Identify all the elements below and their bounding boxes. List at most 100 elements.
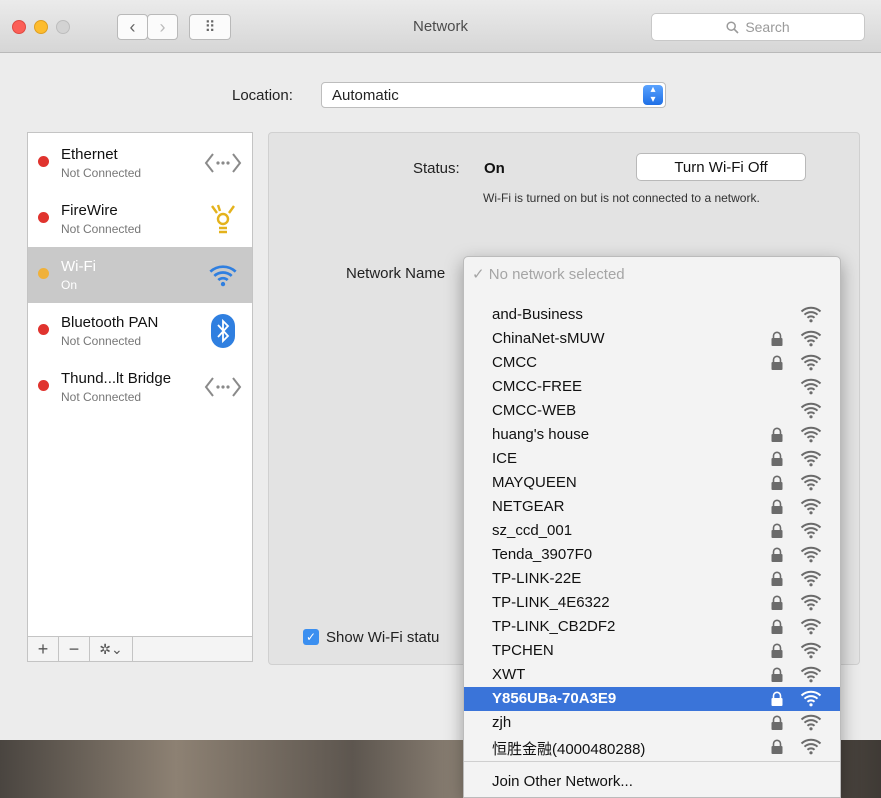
wifi-signal-icon (800, 641, 822, 661)
network-name: TP-LINK_CB2DF2 (492, 618, 616, 635)
remove-service-button[interactable]: − (59, 637, 90, 661)
wifi-icon (204, 256, 242, 294)
wifi-signal-icon (800, 689, 822, 709)
service-status-dot (38, 212, 49, 223)
thunderbolt-bridge-icon (204, 368, 242, 406)
wifi-signal-icon (800, 569, 822, 589)
firewire-icon (204, 200, 242, 238)
search-icon (726, 20, 739, 34)
lock-icon (770, 547, 784, 563)
network-name: TP-LINK_4E6322 (492, 594, 610, 611)
service-status: Not Connected (61, 166, 142, 180)
network-name: TPCHEN (492, 642, 554, 659)
network-item[interactable]: TPCHEN (464, 639, 840, 663)
network-name-dropdown-menu: ✓ No network selected and-Business ChinaN… (463, 256, 841, 798)
wifi-signal-icon (800, 545, 822, 565)
service-item[interactable]: Bluetooth PAN Not Connected (28, 303, 252, 359)
lock-icon (770, 451, 784, 467)
wifi-signal-icon (800, 401, 822, 421)
network-item[interactable]: TP-LINK_4E6322 (464, 591, 840, 615)
service-list-toolbar: + − ✲⌄ (27, 636, 253, 662)
service-list: Ethernet Not Connected FireWire Not Connect… (27, 132, 253, 638)
network-name: MAYQUEEN (492, 474, 577, 491)
current-network-item[interactable]: ✓ No network selected (472, 265, 625, 283)
wifi-signal-icon (800, 737, 822, 757)
network-item[interactable]: XWT (464, 663, 840, 687)
bluetooth-icon (204, 312, 242, 350)
service-item[interactable]: Wi-Fi On (28, 247, 252, 303)
service-name: Thund...lt Bridge (61, 370, 172, 387)
service-item[interactable]: FireWire Not Connected (28, 191, 252, 247)
lock-icon (770, 571, 784, 587)
search-field[interactable]: Search (651, 13, 865, 41)
network-item[interactable]: ChinaNet-sMUW (464, 327, 840, 351)
network-item[interactable]: CMCC-WEB (464, 399, 840, 423)
network-name-label: Network Name (346, 265, 446, 282)
service-name: Bluetooth PAN (61, 314, 159, 331)
network-name: huang's house (492, 426, 590, 443)
service-item[interactable]: Thund...lt Bridge Not Connected (28, 359, 252, 415)
network-item[interactable]: and-Business (464, 303, 840, 327)
network-name: Y856UBa-70A3E9 (492, 690, 617, 707)
lock-icon (770, 355, 784, 371)
network-name: ICE (492, 450, 518, 467)
lock-icon (770, 595, 784, 611)
wifi-signal-icon (800, 497, 822, 517)
network-item[interactable]: Tenda_3907F0 (464, 543, 840, 567)
status-value: On (484, 160, 505, 177)
turn-wifi-off-button[interactable]: Turn Wi-Fi Off (636, 153, 806, 181)
network-item[interactable]: 恒胜金融(4000480288) (464, 735, 840, 759)
checkmark-icon: ✓ (303, 629, 319, 645)
network-item[interactable]: Y856UBa-70A3E9 (464, 687, 840, 711)
service-status-dot (38, 156, 49, 167)
service-item[interactable]: Ethernet Not Connected (28, 135, 252, 191)
service-name: FireWire (61, 202, 118, 219)
network-item[interactable]: MAYQUEEN (464, 471, 840, 495)
wifi-signal-icon (800, 329, 822, 349)
service-name: Wi-Fi (61, 258, 96, 275)
network-item[interactable]: TP-LINK-22E (464, 567, 840, 591)
show-wifi-status-label: Show Wi-Fi statu (326, 628, 440, 646)
location-label: Location: (232, 87, 293, 104)
service-status-dot (38, 324, 49, 335)
service-status: Not Connected (61, 222, 142, 236)
network-item[interactable]: CMCC-FREE (464, 375, 840, 399)
add-service-button[interactable]: + (28, 637, 59, 661)
network-item[interactable]: zjh (464, 711, 840, 735)
search-placeholder: Search (745, 19, 790, 35)
menu-separator (464, 761, 840, 762)
ethernet-arrows-icon (204, 144, 242, 182)
location-select[interactable]: Automatic ▴ ▾ (321, 82, 666, 108)
wifi-signal-icon (800, 713, 822, 733)
network-name: TP-LINK-22E (492, 570, 582, 587)
network-name: NETGEAR (492, 498, 565, 515)
network-name: 恒胜金融(4000480288) (492, 741, 646, 758)
service-status: Not Connected (61, 334, 142, 348)
select-stepper-icon: ▴ ▾ (643, 85, 663, 105)
network-item[interactable]: CMCC (464, 351, 840, 375)
network-name: ChinaNet-sMUW (492, 330, 605, 347)
join-other-network-item[interactable]: Join Other Network... (492, 773, 633, 790)
network-item[interactable]: NETGEAR (464, 495, 840, 519)
wifi-signal-icon (800, 449, 822, 469)
network-name: and-Business (492, 306, 583, 323)
network-item[interactable]: TP-LINK_CB2DF2 (464, 615, 840, 639)
action-menu-button[interactable]: ✲⌄ (90, 637, 133, 661)
network-item[interactable]: sz_ccd_001 (464, 519, 840, 543)
lock-icon (770, 523, 784, 539)
wifi-signal-icon (800, 593, 822, 613)
show-wifi-status-checkbox[interactable]: ✓ Show Wi-Fi statu (303, 627, 439, 647)
lock-icon (770, 331, 784, 347)
network-item[interactable]: ICE (464, 447, 840, 471)
status-label: Status: (413, 160, 460, 177)
wifi-signal-icon (800, 377, 822, 397)
wifi-signal-icon (800, 665, 822, 685)
wifi-signal-icon (800, 521, 822, 541)
network-name: CMCC-FREE (492, 378, 582, 395)
minus-icon: − (68, 638, 80, 659)
lock-icon (770, 427, 784, 443)
network-name: zjh (492, 714, 512, 731)
service-status: On (61, 278, 78, 292)
wifi-signal-icon (800, 353, 822, 373)
network-item[interactable]: huang's house (464, 423, 840, 447)
